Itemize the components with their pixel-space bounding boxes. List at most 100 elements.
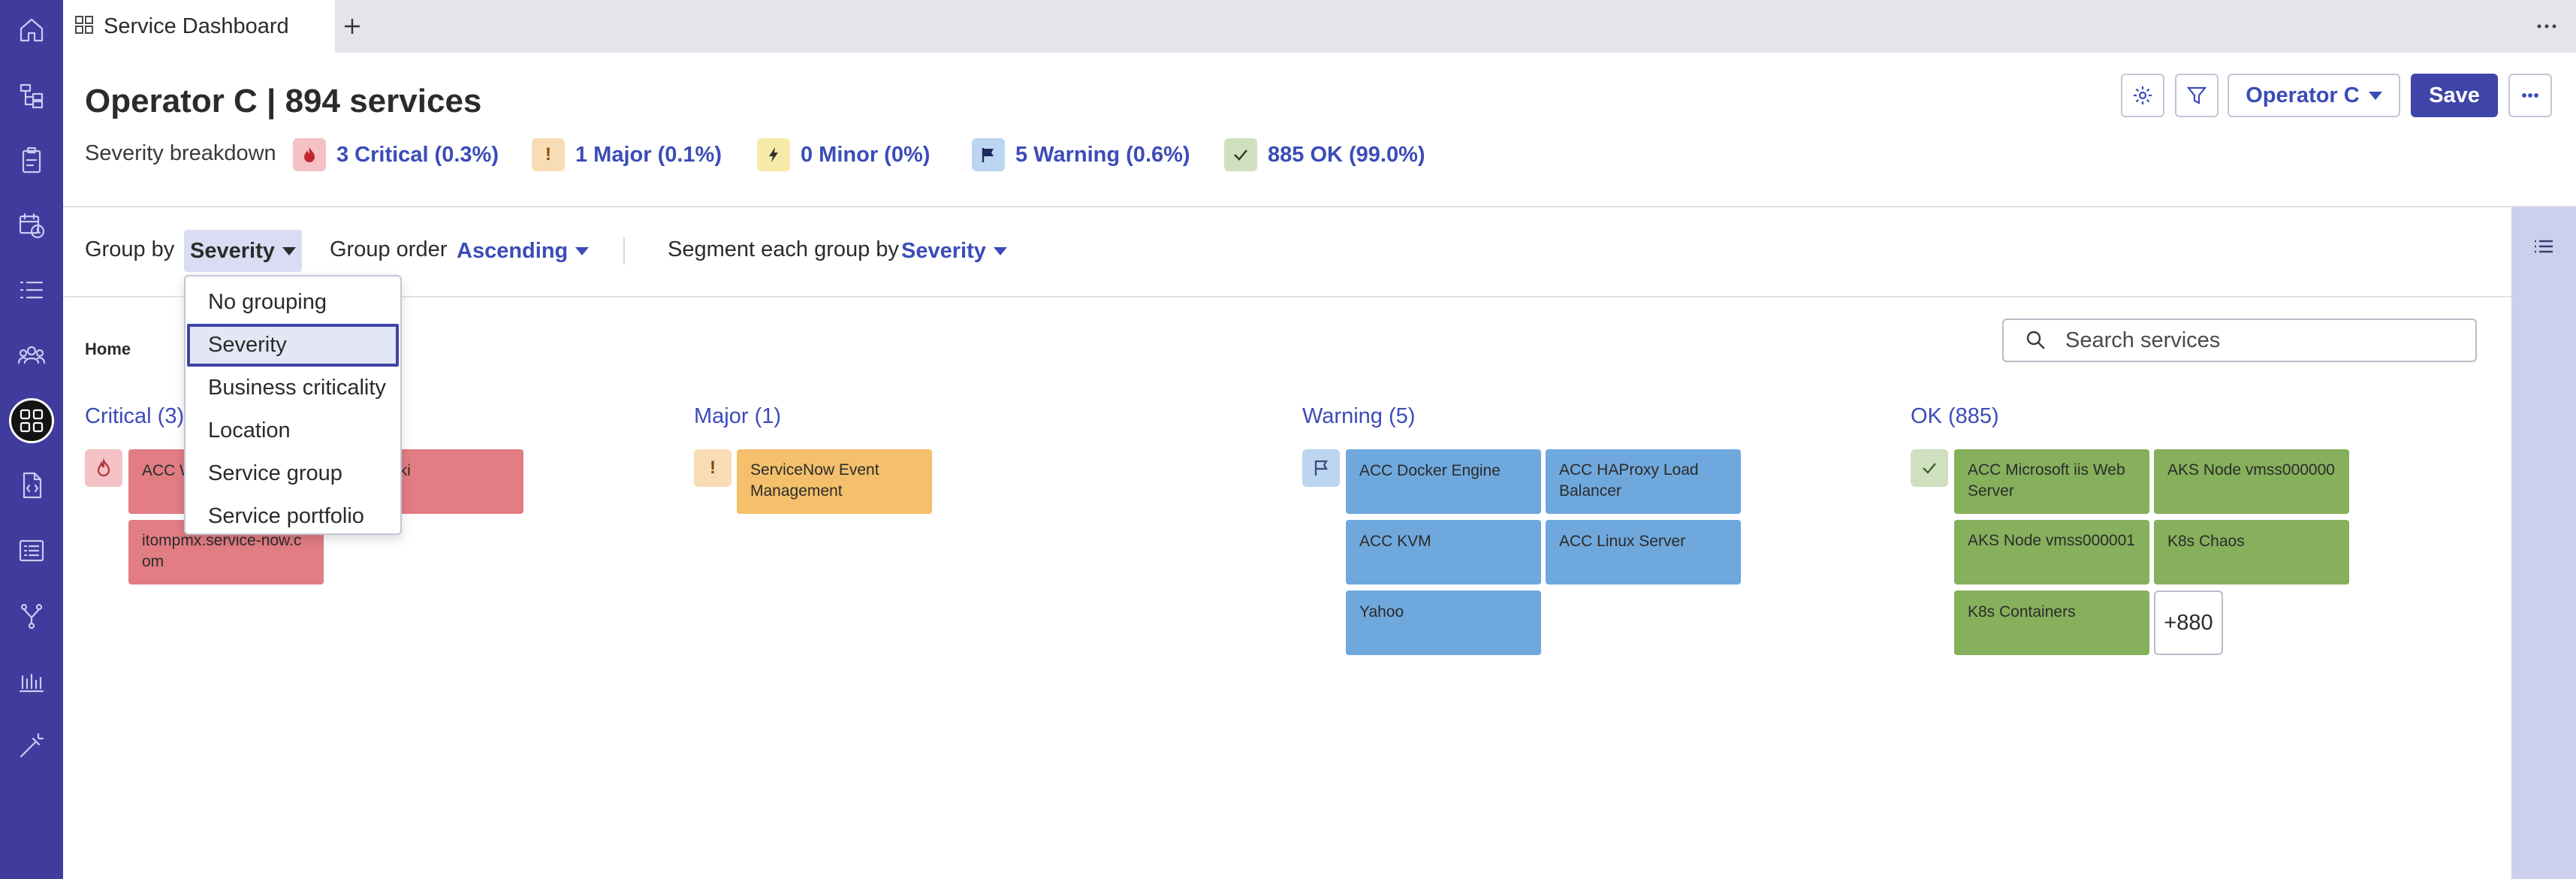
plus-icon: [345, 19, 360, 34]
service-tile-label: ACC Docker Engine: [1359, 462, 1501, 479]
hierarchy-icon[interactable]: [9, 73, 54, 118]
service-tile[interactable]: Yahoo: [1346, 591, 1541, 655]
tab-strip: [63, 0, 2576, 53]
service-tile[interactable]: AKS Node vmss000000: [2154, 449, 2349, 514]
service-tile-label: ACC KVM: [1359, 533, 1431, 550]
group-by-dropdown: No grouping Severity Business criticalit…: [184, 275, 402, 535]
dropdown-option[interactable]: Location: [187, 409, 399, 452]
flag-icon: [1302, 449, 1340, 487]
exclamation-icon: !: [532, 138, 565, 171]
service-tile-label: K8s Chaos: [2167, 533, 2245, 550]
severity-critical-label: 3 Critical (0.3%): [336, 142, 499, 167]
filter-icon: [2186, 86, 2207, 104]
home-icon[interactable]: [9, 8, 54, 53]
more-actions-button[interactable]: [2508, 74, 2552, 117]
severity-major[interactable]: ! 1 Major (0.1%): [532, 138, 722, 171]
service-tile[interactable]: ACC Docker Engine: [1346, 449, 1541, 514]
service-tile-label: iki: [396, 462, 411, 479]
calendar-clock-icon[interactable]: [9, 203, 54, 248]
dropdown-option[interactable]: Business criticality: [187, 367, 399, 409]
dashboard-icon[interactable]: [9, 398, 54, 443]
service-tile-label: K8s Containers: [1968, 603, 2076, 621]
chevron-down-icon: [2368, 91, 2382, 100]
save-button[interactable]: Save: [2411, 74, 2498, 117]
breadcrumb[interactable]: Home: [85, 340, 131, 359]
search-icon: [2026, 331, 2045, 349]
group-title-warning[interactable]: Warning (5): [1302, 404, 1415, 429]
service-tile[interactable]: ACC HAProxy Load Balancer: [1546, 449, 1741, 514]
tab-more-button[interactable]: [2528, 11, 2565, 42]
group-title-ok[interactable]: OK (885): [1911, 404, 1999, 429]
severity-major-label: 1 Major (0.1%): [575, 142, 722, 167]
service-tile[interactable]: K8s Chaos: [2154, 520, 2349, 584]
operator-select[interactable]: Operator C: [2228, 74, 2400, 117]
service-tile[interactable]: AKS Node vmss000001: [1954, 520, 2149, 584]
service-tile[interactable]: ACC KVM: [1346, 520, 1541, 584]
service-tile[interactable]: ServiceNow Event Management: [737, 449, 932, 514]
dropdown-option[interactable]: No grouping: [187, 281, 399, 324]
more-horizontal-icon: [2522, 93, 2538, 98]
service-tile-label: ACC Microsoft iis Web Server: [1968, 461, 2125, 500]
new-tab-button[interactable]: [335, 9, 370, 44]
severity-ok[interactable]: 885 OK (99.0%): [1224, 138, 1425, 171]
segment-label: Segment each group by: [668, 237, 899, 261]
severity-warning[interactable]: 5 Warning (0.6%): [972, 138, 1190, 171]
segment-select[interactable]: Severity: [900, 230, 1009, 272]
service-tile[interactable]: K8s Containers: [1954, 591, 2149, 655]
service-tile[interactable]: ACC Microsoft iis Web Server: [1954, 449, 2149, 514]
bolt-icon: [757, 138, 790, 171]
exclamation-icon: !: [694, 449, 731, 487]
group-order-label: Group order: [330, 237, 448, 261]
side-panel-toggle[interactable]: [2511, 207, 2576, 879]
dropdown-option-selected[interactable]: Severity: [187, 324, 399, 367]
service-tile-label: ACC Linux Server: [1559, 533, 1686, 550]
bar-chart-icon[interactable]: [9, 658, 54, 703]
service-tile-label: AKS Node vmss000001: [1968, 532, 2135, 549]
search-input[interactable]: [2065, 328, 2471, 353]
clipboard-icon[interactable]: [9, 137, 54, 183]
severity-breakdown-label: Severity breakdown: [85, 141, 276, 165]
report-list-icon[interactable]: [9, 528, 54, 573]
service-tile-label: AKS Node vmss000000: [2167, 461, 2335, 479]
group-order-select[interactable]: Ascending: [455, 230, 590, 272]
chevron-down-icon: [282, 246, 296, 255]
page-title: Operator C | 894 services: [85, 83, 482, 119]
severity-critical[interactable]: 3 Critical (0.3%): [293, 138, 499, 171]
more-horizontal-icon: [2537, 24, 2556, 29]
severity-minor-label: 0 Minor (0%): [801, 142, 931, 167]
group-title-major[interactable]: Major (1): [694, 404, 781, 429]
dropdown-option[interactable]: Service portfolio: [187, 495, 399, 538]
show-more-button[interactable]: +880: [2154, 591, 2223, 655]
dropdown-option[interactable]: Service group: [187, 452, 399, 495]
service-tile[interactable]: ACC Linux Server: [1546, 520, 1741, 584]
code-file-icon[interactable]: [9, 463, 54, 508]
group-by-select[interactable]: Severity: [184, 230, 302, 272]
settings-button[interactable]: [2121, 74, 2164, 117]
chevron-down-icon: [575, 246, 590, 255]
severity-ok-label: 885 OK (99.0%): [1268, 142, 1425, 167]
check-icon: [1224, 138, 1257, 171]
flame-icon: [293, 138, 326, 171]
dashboard-grid-icon: [74, 14, 95, 39]
group-title-critical[interactable]: Critical (3): [85, 404, 184, 429]
left-nav-rail: [0, 0, 63, 879]
branch-icon[interactable]: [9, 594, 54, 639]
filter-button[interactable]: [2175, 74, 2219, 117]
service-tile-label: ACC HAProxy Load Balancer: [1559, 461, 1699, 500]
tab-title: Service Dashboard: [104, 14, 289, 38]
chevron-down-icon: [993, 246, 1007, 255]
severity-warning-label: 5 Warning (0.6%): [1015, 142, 1190, 167]
severity-minor[interactable]: 0 Minor (0%): [757, 138, 930, 171]
toolbar-divider: [623, 237, 625, 264]
operator-select-label: Operator C: [2246, 83, 2360, 107]
service-tile-label: ServiceNow Event Management: [750, 461, 879, 500]
tab-service-dashboard[interactable]: Service Dashboard: [63, 0, 335, 53]
wand-icon[interactable]: [9, 723, 54, 769]
gear-icon: [2134, 86, 2152, 104]
check-icon: [1911, 449, 1948, 487]
segment-value: Severity: [901, 238, 986, 263]
team-icon[interactable]: [9, 333, 54, 378]
service-tile-label: Yahoo: [1359, 603, 1404, 621]
list-icon[interactable]: [9, 267, 54, 313]
group-order-value: Ascending: [457, 238, 569, 263]
